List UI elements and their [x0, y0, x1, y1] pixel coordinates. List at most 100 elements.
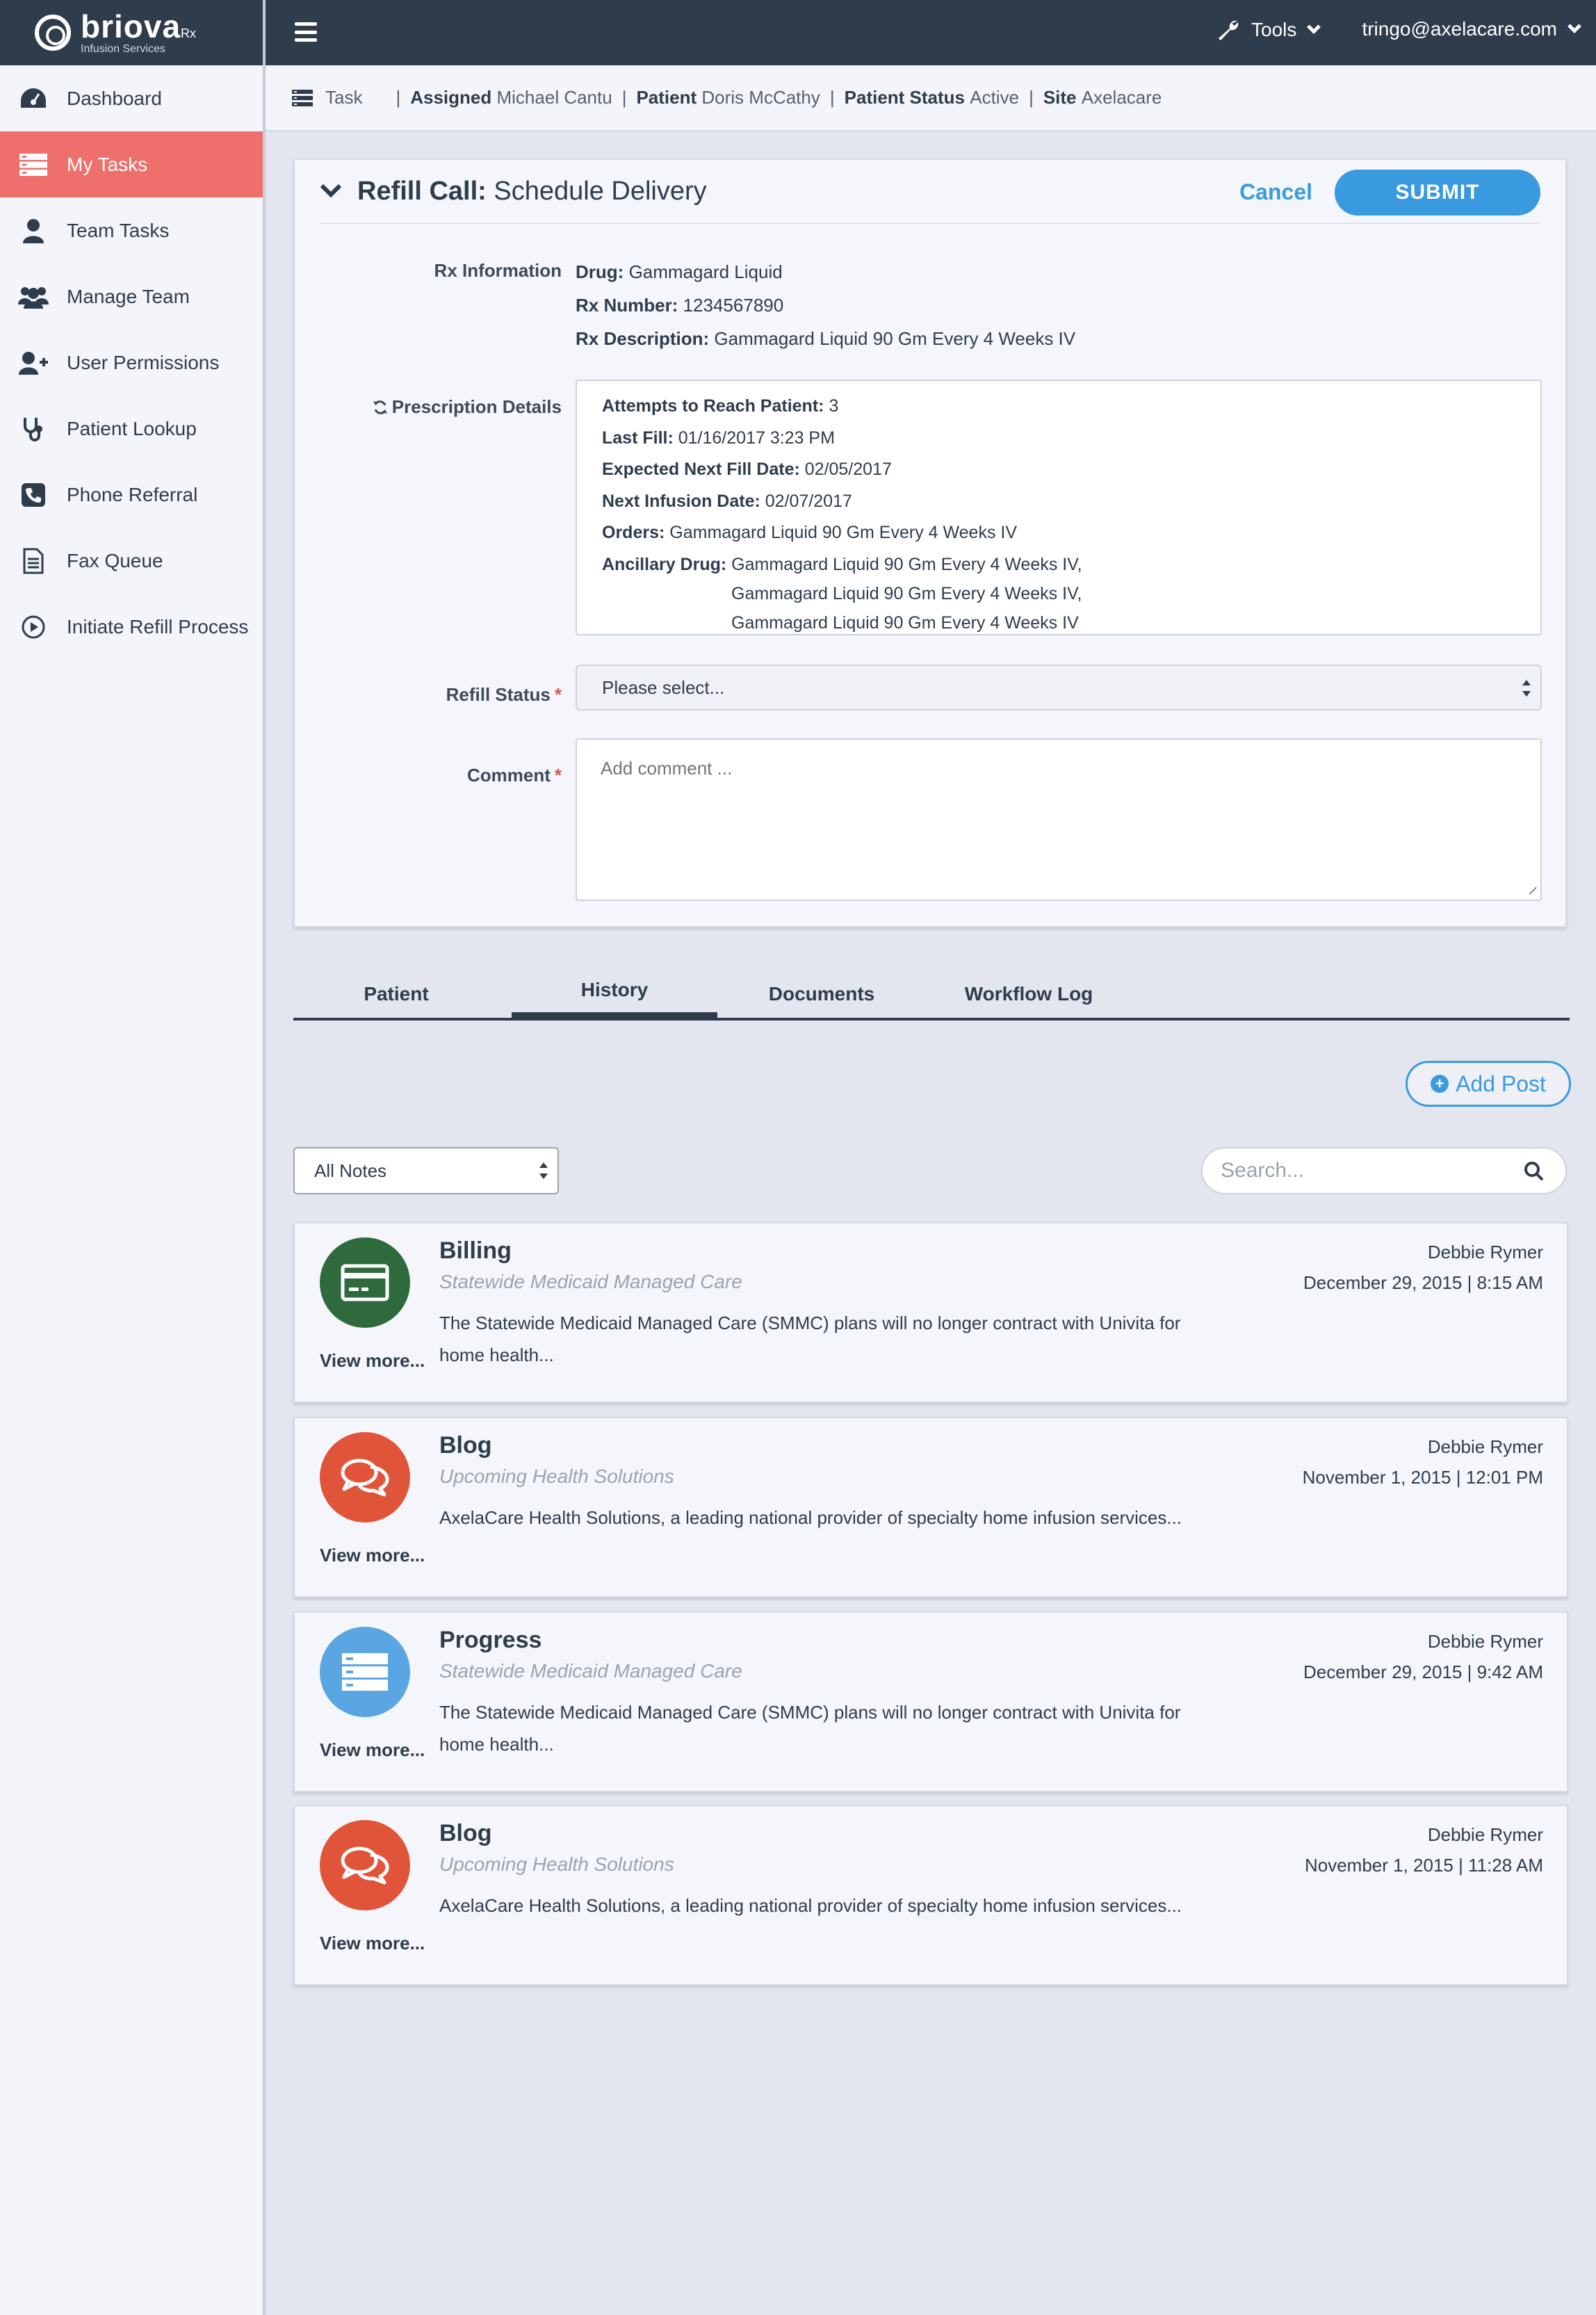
notes-filter-select[interactable]: All Notes	[293, 1147, 559, 1194]
refill-status-select[interactable]: Please select...	[576, 665, 1542, 710]
task-card-header: Refill Call: Schedule Delivery Cancel SU…	[320, 160, 1540, 224]
post-date: November 1, 2015 | 11:28 AM	[1304, 1855, 1543, 1876]
sidebar-item-team-tasks[interactable]: Team Tasks	[0, 197, 263, 263]
plus-circle-icon: +	[1431, 1075, 1449, 1093]
status-value: Active	[970, 87, 1020, 108]
rx-information-label: Rx Information	[434, 260, 562, 281]
sidebar-item-user-permissions[interactable]: User Permissions	[0, 330, 263, 396]
post-subtitle: Upcoming Health Solutions	[439, 1853, 674, 1875]
phone-icon	[18, 481, 49, 509]
attempts-line: Attempts to Reach Patient: 3	[602, 396, 839, 416]
dashboard-icon	[18, 85, 49, 113]
wrench-icon	[1219, 20, 1239, 40]
submit-button[interactable]: SUBMIT	[1335, 170, 1540, 216]
assigned-key: Assigned	[410, 87, 492, 108]
select-arrows-icon	[1521, 679, 1531, 698]
post-date: November 1, 2015 | 12:01 PM	[1302, 1467, 1543, 1488]
sidebar-item-fax-queue[interactable]: Fax Queue	[0, 528, 263, 594]
sidebar-item-phone-referral[interactable]: Phone Referral	[0, 462, 263, 528]
view-more-link[interactable]: View more...	[320, 1739, 425, 1761]
patient-key: Patient	[636, 87, 697, 108]
prescription-details-label: Prescription Details	[373, 396, 562, 418]
breadcrumb: Task | Assigned Michael Cantu | Patient …	[266, 65, 1596, 132]
chat-icon	[320, 1432, 410, 1522]
patient-value: Doris McCathy	[701, 87, 820, 108]
user-plus-icon	[18, 349, 49, 377]
tab-documents[interactable]: Documents	[719, 968, 925, 1021]
top-bar: Tools tringo@axelacare.com	[266, 0, 1596, 65]
post-title: Progress	[439, 1627, 542, 1653]
sidebar-item-label: Team Tasks	[67, 219, 170, 241]
search-icon[interactable]	[1524, 1161, 1545, 1182]
ancillary-line: Gammagard Liquid 90 Gm Every 4 Weeks IV	[731, 612, 1079, 633]
history-post: Blog Upcoming Health Solutions AxelaCare…	[293, 1417, 1568, 1598]
rx-description: Rx Description: Gammagard Liquid 90 Gm E…	[576, 328, 1076, 349]
post-title: Blog	[439, 1432, 492, 1459]
prescription-details-box[interactable]: Attempts to Reach Patient: 3 Last Fill: …	[576, 380, 1542, 635]
tab-patient[interactable]: Patient	[293, 968, 499, 1021]
comment-label: Comment *	[466, 765, 562, 786]
tools-label: Tools	[1251, 19, 1297, 40]
task-card: Refill Call: Schedule Delivery Cancel SU…	[293, 159, 1567, 927]
add-post-button[interactable]: + Add Post	[1406, 1061, 1571, 1107]
user-icon	[18, 217, 49, 245]
user-email: tringo@axelacare.com	[1362, 18, 1557, 40]
document-icon	[18, 547, 49, 575]
refresh-icon[interactable]	[373, 400, 388, 415]
post-body: The Statewide Medicaid Managed Care (SMM…	[439, 1313, 1181, 1365]
post-body: AxelaCare Health Solutions, a leading na…	[439, 1507, 1182, 1528]
last-fill-line: Last Fill: 01/16/2017 3:23 PM	[602, 428, 835, 448]
history-post: Billing Statewide Medicaid Managed Care …	[293, 1222, 1568, 1403]
post-date: December 29, 2015 | 9:42 AM	[1303, 1662, 1543, 1682]
post-body: The Statewide Medicaid Managed Care (SMM…	[439, 1702, 1181, 1755]
cancel-button[interactable]: Cancel	[1239, 179, 1312, 205]
breadcrumb-task: Task	[325, 87, 363, 108]
post-title: Billing	[439, 1237, 512, 1264]
tab-workflow-log[interactable]: Workflow Log	[926, 968, 1132, 1021]
post-subtitle: Statewide Medicaid Managed Care	[439, 1271, 742, 1292]
view-more-link[interactable]: View more...	[320, 1350, 425, 1372]
sidebar-item-patient-lookup[interactable]: Patient Lookup	[0, 396, 263, 462]
post-date: December 29, 2015 | 8:15 AM	[1303, 1272, 1543, 1293]
play-circle-icon	[18, 613, 49, 641]
post-subtitle: Statewide Medicaid Managed Care	[439, 1660, 742, 1682]
tools-menu[interactable]: Tools	[1216, 18, 1321, 42]
history-post: Blog Upcoming Health Solutions AxelaCare…	[293, 1805, 1568, 1985]
sidebar-item-label: Manage Team	[67, 285, 190, 307]
post-author: Debbie Rymer	[1427, 1436, 1543, 1457]
sidebar-item-label: Patient Lookup	[67, 417, 197, 439]
ancillary-line: Ancillary Drug: Gammagard Liquid 90 Gm E…	[602, 554, 1082, 574]
rx-drug: Drug: Gammagard Liquid	[576, 261, 783, 282]
comment-field[interactable]	[576, 738, 1542, 901]
sidebar-item-manage-team[interactable]: Manage Team	[0, 263, 263, 330]
tab-history[interactable]: History	[512, 968, 717, 1018]
search-input[interactable]: Search...	[1201, 1147, 1567, 1194]
hamburger-menu-icon[interactable]	[295, 22, 317, 42]
post-body: AxelaCare Health Solutions, a leading na…	[439, 1895, 1182, 1916]
stethoscope-icon	[18, 415, 49, 443]
brand-name: briova	[81, 8, 181, 44]
collapse-chevron-icon[interactable]	[320, 184, 342, 199]
chevron-down-icon	[1568, 19, 1581, 33]
status-key: Patient Status	[844, 87, 966, 108]
view-more-link[interactable]: View more...	[320, 1545, 425, 1566]
sidebar-item-label: Initiate Refill Process	[67, 615, 249, 637]
task-list-icon	[292, 89, 313, 106]
sidebar-item-label: Fax Queue	[67, 549, 163, 571]
sidebar-item-label: User Permissions	[67, 351, 220, 373]
brand-logo[interactable]: briovaRx Infusion Services	[0, 0, 263, 65]
history-post: Progress Statewide Medicaid Managed Care…	[293, 1611, 1568, 1792]
server-icon	[320, 1627, 410, 1717]
logo-mark-icon	[35, 15, 71, 51]
chat-icon	[320, 1820, 410, 1910]
view-more-link[interactable]: View more...	[320, 1933, 425, 1954]
sidebar-item-dashboard[interactable]: Dashboard	[0, 65, 263, 131]
brand-suffix: Rx	[181, 26, 197, 40]
assigned-value: Michael Cantu	[496, 87, 612, 108]
site-key: Site	[1043, 87, 1077, 108]
orders-line: Orders: Gammagard Liquid 90 Gm Every 4 W…	[602, 523, 1018, 542]
sidebar-item-initiate-refill[interactable]: Initiate Refill Process	[0, 594, 263, 660]
user-menu[interactable]: tringo@axelacare.com	[1362, 18, 1581, 40]
sidebar-item-my-tasks[interactable]: My Tasks	[0, 131, 263, 197]
page-title: Refill Call: Schedule Delivery	[357, 176, 707, 206]
